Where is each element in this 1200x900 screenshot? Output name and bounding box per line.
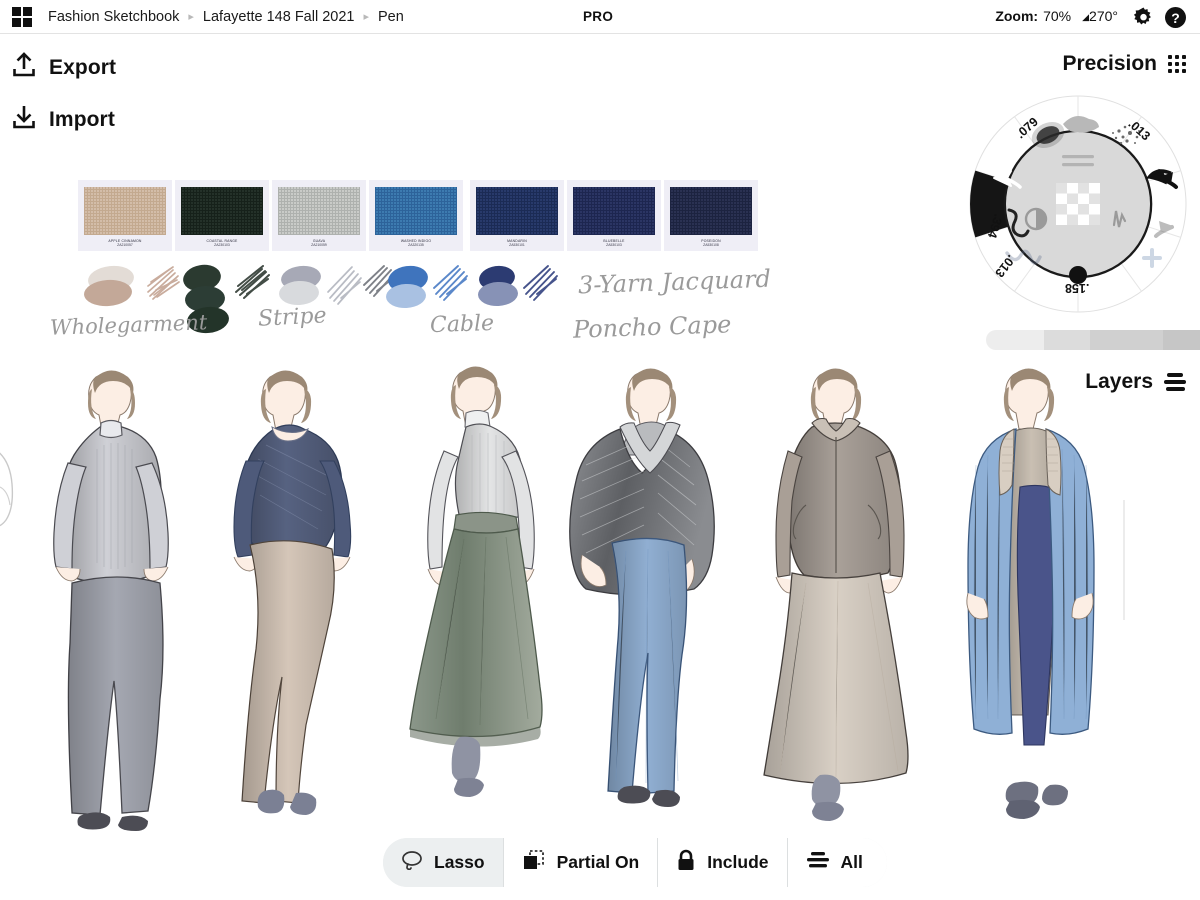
breadcrumb-item-project[interactable]: Lafayette 148 Fall 2021 [203,9,355,25]
breadcrumb-separator: ▸ [188,10,194,23]
import-button[interactable]: Import [12,104,115,135]
lock-icon [676,849,696,876]
zoom-value: 70% [1043,8,1071,24]
swatch-code: ZA230103 [214,243,230,247]
fabric-swatch-strip: APPLE CINNAMON ZA210057 COASTAL RANGE ZA… [78,180,761,251]
swatch-card[interactable]: GUAVA ZA210059 [272,180,366,251]
help-question-icon[interactable]: ? [1165,7,1186,28]
zoom-label: Zoom: [995,8,1038,24]
sketch-canvas[interactable] [0,355,1200,845]
scribble-swatch [148,267,179,299]
figure-turtleneck-sweater-trousers[interactable] [54,370,169,831]
export-button[interactable]: Export [12,52,116,83]
swatch-code: ZA530103 [606,243,622,247]
tool-lasso-label: Lasso [434,852,485,873]
gear-icon[interactable] [1133,7,1154,28]
download-icon [12,104,36,135]
precision-button[interactable]: Precision [1062,52,1186,76]
tool-lasso[interactable]: Lasso [383,838,504,887]
swatch-card[interactable]: WASHED INDIGO ZA320135 [369,180,463,251]
swatch-card[interactable]: MANDARIN ZA530101 [470,180,564,251]
export-label: Export [49,56,116,80]
tool-partial-on[interactable]: Partial On [504,838,659,887]
swatch-code: ZA320135 [408,243,424,247]
radial-tool-wheel[interactable]: .079 .013 .158 .013 .394 [967,93,1189,315]
figure-taupe-jacket-long-skirt[interactable] [764,368,908,821]
grid-2x2-icon[interactable] [12,7,32,27]
swatch-fabric [181,187,263,235]
solid-dot-icon [1069,266,1087,284]
figure-navy-knit-top-cream-pants[interactable] [234,370,351,815]
swatch-code: ZA530108 [703,243,719,247]
figure-grey-poncho-blue-jeans[interactable] [570,368,715,807]
rotation-marker-icon: ◢ [1082,12,1089,22]
opacity-gradient-slider[interactable] [986,330,1200,350]
scribble-swatch [328,267,361,304]
cropped-sketch-left [0,450,12,526]
swatch-card[interactable]: BLUEBELLE ZA530103 [567,180,661,251]
precision-label: Precision [1062,52,1157,76]
partial-select-icon [522,849,546,876]
gradient-stop-0 [986,330,1044,350]
breadcrumb-item-app[interactable]: Fashion Sketchbook [48,9,179,25]
tool-all[interactable]: All [788,838,887,887]
swatch-fabric [278,187,360,235]
pro-badge: PRO [583,9,613,24]
rotation-value: ◢270° [1082,8,1118,24]
tool-all-label: All [841,852,863,873]
tool-partial-on-label: Partial On [557,852,640,873]
lasso-icon [401,850,423,875]
layers-all-icon [806,850,830,875]
swatch-code: ZA210059 [311,243,327,247]
swatch-card[interactable]: COASTAL RANGE ZA230103 [175,180,269,251]
swatch-fabric [84,187,166,235]
swatch-card[interactable]: POSEIDON ZA530108 [664,180,758,251]
import-label: Import [49,108,115,132]
bottom-toolbar: Lasso Partial On Include All [383,838,887,887]
swatch-fabric [670,187,752,235]
swatch-fabric [476,187,558,235]
figure-blue-long-coat-navy-dress[interactable] [967,368,1094,819]
tool-include[interactable]: Include [658,838,787,887]
breadcrumb-item-tool[interactable]: Pen [378,9,404,25]
color-chip-row [78,264,818,334]
tool-include-label: Include [707,852,768,873]
zoom-indicator[interactable]: Zoom: 70% ◢270° [995,8,1118,24]
breadcrumb: Fashion Sketchbook ▸ Lafayette 148 Fall … [48,9,404,25]
figure-white-turtleneck-sage-skirt[interactable] [410,366,542,797]
swatch-code: ZA530101 [509,243,525,247]
dot-grid-icon [1168,55,1186,73]
gradient-stop-3 [1163,330,1200,350]
scribble-swatch [524,266,557,300]
gradient-stop-2 [1090,330,1164,350]
swatch-code: ZA210057 [117,243,133,247]
swatch-fabric [375,187,457,235]
scribble-swatch [236,266,269,298]
swatch-card[interactable]: APPLE CINNAMON ZA210057 [78,180,172,251]
gradient-stop-1 [1044,330,1090,350]
scribble-swatch [434,266,467,300]
breadcrumb-separator: ▸ [363,10,369,23]
checkerboard-transparency-icon [1056,183,1100,225]
swatch-fabric [573,187,655,235]
upload-icon [12,52,36,83]
